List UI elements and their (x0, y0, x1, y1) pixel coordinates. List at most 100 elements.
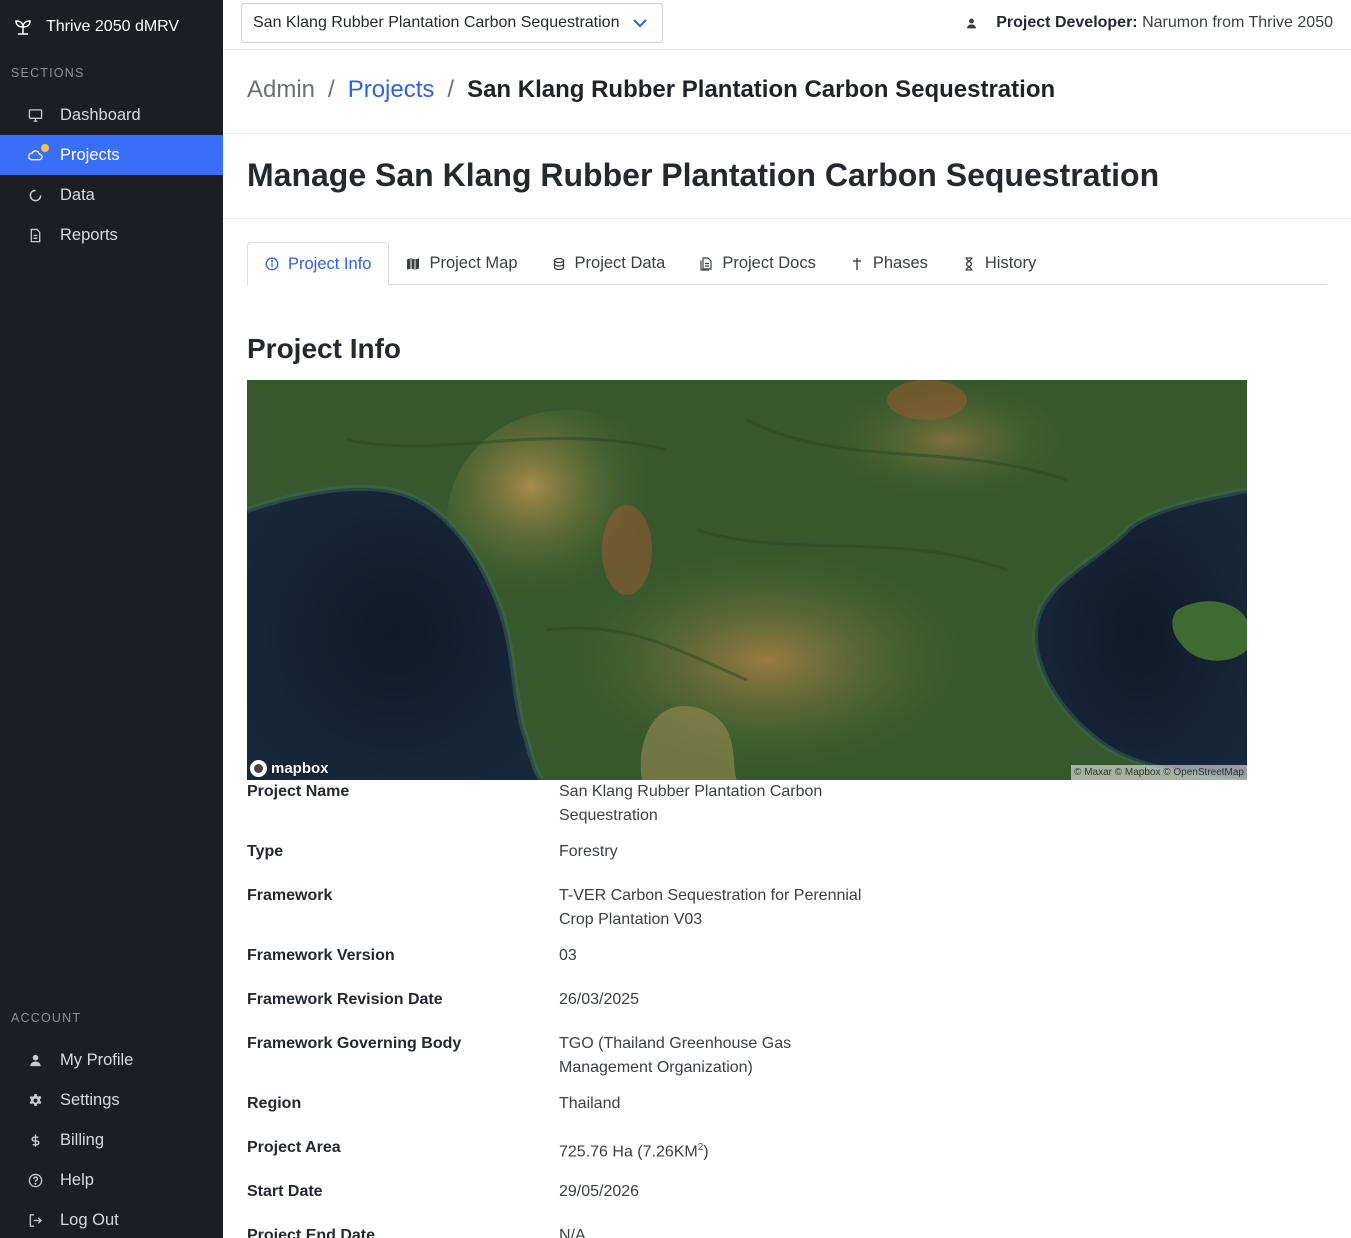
sidebar-item-settings[interactable]: Settings (0, 1080, 223, 1120)
info-value: N/A (559, 1227, 586, 1238)
dollar-icon (27, 1132, 43, 1148)
user-info[interactable]: Project Developer: Narumon from Thrive 2… (965, 14, 1333, 32)
divider (223, 218, 1351, 219)
sidebar-item-billing[interactable]: Billing (0, 1120, 223, 1160)
info-label: Framework Governing Body (247, 1035, 462, 1052)
info-row-framework-version: Framework Version 03 (247, 944, 1247, 988)
sidebar-item-label: Help (60, 1170, 94, 1189)
info-row-end-date: Project End Date N/A (247, 1224, 1247, 1238)
circle-notch-icon (27, 187, 43, 203)
sidebar-item-label: My Profile (60, 1050, 134, 1069)
info-value: 03 (559, 947, 577, 964)
tab-label: Phases (872, 254, 928, 272)
info-label: Region (247, 1095, 302, 1112)
tab-label: Project Info (288, 254, 372, 273)
user-role: Project Developer: (996, 14, 1138, 31)
info-row-framework-revision-date: Framework Revision Date 26/03/2025 (247, 988, 1247, 1032)
info-row-region: Region Thailand (247, 1092, 1247, 1136)
info-label: Framework Version (247, 947, 395, 964)
info-label: Project Name (247, 783, 350, 800)
sidebar-item-label: Billing (60, 1130, 105, 1149)
info-label: Framework (247, 887, 333, 904)
sections-nav: Dashboard Projects Data Reports (0, 95, 223, 255)
account-nav: My Profile Settings Billing Help Log Out (0, 1040, 223, 1238)
tab-label: History (984, 254, 1037, 272)
satellite-imagery (247, 380, 1247, 780)
tab-label: Project Docs (722, 254, 816, 272)
info-value: Forestry (559, 843, 618, 860)
plant-logo-icon (15, 20, 31, 35)
sidebar-item-label: Reports (60, 225, 118, 244)
tab-project-docs[interactable]: Project Docs (682, 242, 833, 285)
info-value: Thailand (559, 1095, 621, 1112)
page-title: Manage San Klang Rubber Plantation Carbo… (247, 157, 1160, 193)
info-value: 725.76 Ha (7.26KM2) (559, 1136, 879, 1180)
account-label: ACCOUNT (11, 1011, 82, 1025)
project-map[interactable]: mapbox © Maxar © Mapbox © OpenStreetMap (247, 380, 1247, 780)
info-value: T-VER Carbon Sequestration for Perennial… (559, 887, 862, 928)
mapbox-logo-text: mapbox (271, 760, 329, 777)
info-row-framework: Framework T-VER Carbon Sequestration for… (247, 884, 1247, 944)
info-value: San Klang Rubber Plantation Carbon Seque… (559, 783, 823, 824)
app-title: Thrive 2050 dMRV (46, 18, 180, 35)
tab-project-map[interactable]: Project Map (389, 242, 534, 285)
info-value: 26/03/2025 (559, 991, 640, 1008)
tab-bar: Project Info Project Map Project Data Pr… (247, 242, 1327, 286)
area-suffix: ) (703, 1143, 709, 1161)
sidebar-item-label: Data (60, 185, 95, 204)
info-row-start-date: Start Date 29/05/2026 (247, 1180, 1247, 1224)
tab-project-info[interactable]: Project Info (247, 242, 390, 286)
sections-label: SECTIONS (11, 66, 85, 80)
sidebar-item-label: Dashboard (60, 105, 141, 124)
mapbox-mark-icon (250, 760, 267, 777)
info-label: Framework Revision Date (247, 991, 443, 1008)
documents-icon (700, 256, 712, 271)
section-title: Project Info (247, 333, 402, 364)
sidebar-item-log-out[interactable]: Log Out (0, 1200, 223, 1238)
document-icon (27, 227, 43, 243)
breadcrumb-separator: / (447, 76, 455, 103)
info-row-project-area: Project Area 725.76 Ha (7.26KM2) (247, 1136, 1247, 1180)
sidebar-item-label: Settings (60, 1090, 120, 1109)
sidebar-item-label: Log Out (60, 1210, 119, 1229)
hourglass-icon (965, 256, 973, 271)
info-row-project-name: Project Name San Klang Rubber Plantation… (247, 780, 1247, 840)
gear-icon (27, 1092, 43, 1108)
mapbox-logo[interactable]: mapbox (250, 760, 329, 777)
breadcrumb-projects-link[interactable]: Projects (348, 76, 435, 104)
area-value: 725.76 Ha (7.26KM (559, 1143, 698, 1161)
logout-icon (27, 1212, 43, 1228)
database-icon (553, 257, 564, 270)
info-label: Project End Date (247, 1227, 376, 1238)
info-icon (265, 257, 279, 271)
info-value: TGO (Thailand Greenhouse Gas Management … (559, 1035, 792, 1076)
info-label: Project Area (247, 1139, 341, 1156)
map-attribution[interactable]: © Maxar © Mapbox © OpenStreetMap (1071, 765, 1247, 780)
project-info-table: Project Name San Klang Rubber Plantation… (247, 780, 1247, 1238)
brand[interactable]: Thrive 2050 dMRV (14, 16, 179, 38)
info-label: Start Date (247, 1183, 323, 1200)
chevron-down-icon (633, 19, 647, 28)
user-icon (27, 1052, 43, 1068)
divider (223, 133, 1351, 134)
sidebar-item-help[interactable]: Help (0, 1160, 223, 1200)
help-icon (27, 1172, 43, 1188)
tab-project-data[interactable]: Project Data (535, 242, 683, 285)
info-row-framework-governing-body: Framework Governing Body TGO (Thailand G… (247, 1032, 1247, 1092)
sidebar-item-data[interactable]: Data (0, 175, 223, 215)
sidebar-item-reports[interactable]: Reports (0, 215, 223, 255)
topbar: San Klang Rubber Plantation Carbon Seque… (223, 0, 1351, 50)
sidebar-item-my-profile[interactable]: My Profile (0, 1040, 223, 1080)
sidebar-item-dashboard[interactable]: Dashboard (0, 95, 223, 135)
sidebar-item-projects[interactable]: Projects (0, 135, 223, 175)
info-label: Type (247, 843, 284, 860)
tab-label: Project Map (429, 254, 518, 272)
monitor-icon (27, 107, 43, 123)
sidebar: Thrive 2050 dMRV SECTIONS Dashboard Proj… (0, 0, 223, 1238)
tab-phases[interactable]: Phases (833, 242, 945, 285)
user-icon (967, 18, 977, 28)
breadcrumb-current: San Klang Rubber Plantation Carbon Seque… (467, 76, 1056, 103)
signpost-icon (852, 257, 861, 270)
tab-history[interactable]: History (945, 242, 1053, 285)
project-select[interactable]: San Klang Rubber Plantation Carbon Seque… (241, 3, 663, 43)
